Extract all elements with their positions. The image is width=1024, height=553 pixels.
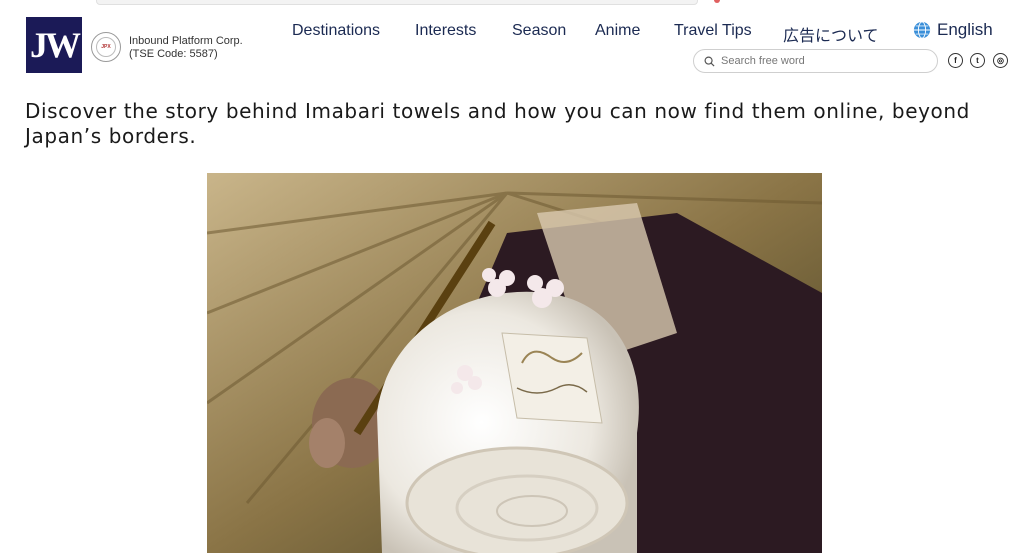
search-input[interactable] [719,54,923,68]
facebook-glyph: f [954,56,957,65]
twitter-icon[interactable]: t [970,53,985,68]
nav-advertising[interactable]: 広告について [783,22,879,46]
company-info: Inbound Platform Corp. (TSE Code: 5587) [129,35,243,61]
instagram-glyph: ◎ [997,56,1004,65]
globe-icon [913,21,931,39]
jpx-seal-icon: JPX [91,32,121,62]
status-dot [714,0,720,3]
twitter-glyph: t [976,56,979,65]
facebook-icon[interactable]: f [948,53,963,68]
site-logo[interactable]: JW [26,17,82,73]
logo-text: JW [30,25,81,65]
instagram-icon[interactable]: ◎ [993,53,1008,68]
towel-photo [207,173,822,553]
nav-destinations[interactable]: Destinations [292,22,380,40]
language-label: English [937,20,993,39]
search-box[interactable] [693,49,938,73]
nav-interests[interactable]: Interests [415,22,476,40]
article-intro: Discover the story behind Imabari towels… [25,99,970,148]
nav-season[interactable]: Season [512,22,566,40]
nav-anime[interactable]: Anime [595,22,640,40]
company-code: (TSE Code: 5587) [129,48,218,60]
nav-travel-tips[interactable]: Travel Tips [674,22,752,40]
address-bar-edge [96,0,698,5]
hero-image [207,173,822,553]
language-selector[interactable]: English [913,20,993,40]
seal-label: JPX [96,37,116,57]
search-icon [704,56,715,67]
browser-bar-remnant [0,0,1024,5]
company-name: Inbound Platform Corp. [129,35,243,47]
